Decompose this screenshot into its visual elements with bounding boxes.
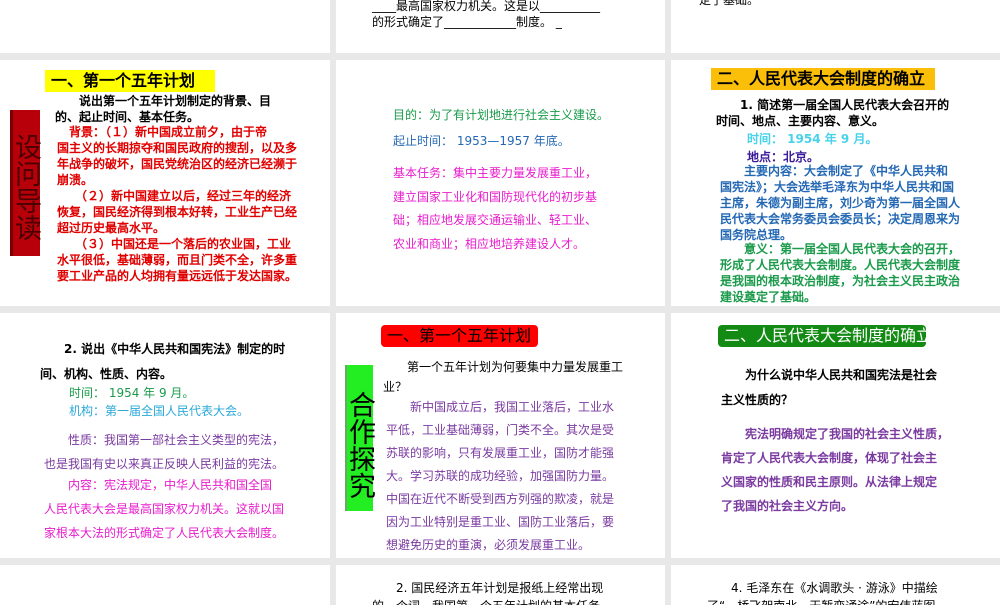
text-line: 时间： 1954 年 9 月。 [747,132,878,146]
slide-thumbnail[interactable]: 一、第一个五年计划 合作探究 第一个五年计划为何要集中力量发展重工 业？ 新中国成… [336,313,665,558]
text-line: 宪法明确规定了我国的社会主义性质， [721,427,950,441]
question-text: 1. 简述第一届全国人民代表大会召开的 时间、地点、主要内容、意义。 [716,97,949,129]
side-label-bar: 设问导读 [10,110,41,256]
text-line: 中国在近代不断受到西方列强的欺凌，就是 [386,492,615,506]
text-line: 主义性质的？ [721,393,794,407]
slide-text: ____最高国家权力机关。这是以__________ 的形式确定了________… [372,0,600,30]
question-text: 2. 说出《中华人民共和国宪法》制定的时 间、机构、性质、内容。 [40,337,285,387]
slide-thumbnail[interactable]: 2. 国民经济五年计划是报纸上经常出现的一个词。我国第一个五年计划的基本任务 [336,565,665,605]
slide-thumbnail[interactable]: 二、人民代表大会制度的确立 为什么说中华人民共和国宪法是社会 主义性质的？ 宪法明… [671,313,1000,558]
text-line: 目的：为了有计划地进行社会主义建设。 [393,108,610,122]
text-line: 业？ [383,380,408,394]
text-line: 主要内容：大会制定了《中华人民共和 [720,164,949,178]
question-text: 第一个五年计划为何要集中力量发展重工 业？ [383,357,623,397]
organ-text: 机构：第一届全国人民代表大会。 [69,403,249,419]
text-line: 家根本大法的形式确定了人民代表大会制度。 [44,526,285,540]
text-line: 想避免历史的重演，必须发展重工业。 [386,538,591,552]
text-line: 建设奠定了基础。 [720,290,817,304]
slide-title: 二、人民代表大会制度的确立 [711,68,935,90]
meaning-text: 意义：第一届全国人民代表大会的召开， 形成了人民代表大会制度。人民代表大会制度 是我… [720,241,960,305]
purpose-text: 目的：为了有计划地进行社会主义建设。 [393,107,609,123]
answer-text: 宪法明确规定了我国的社会主义性质， 肯定了人民代表大会制度，体现了社会主 义国家的性… [721,422,949,518]
text-line: 民代表大会常务委员会委员长；决定周恩来为 [720,212,961,226]
text-line: 2. 国民经济五年计划是报纸上经常出现 [372,581,604,595]
side-label-bar: 合作探究 [344,365,375,511]
question-text: 说出第一个五年计划制定的背景、目 的、起止时间、基本任务。 [55,93,271,125]
slide-thumbnail[interactable]: 4. 毛泽东在《水调歌头 · 游泳》中描绘了“一桥飞架南北，天堑变通途”的宏伟蓝… [671,565,1000,605]
time-text: 时间： 1954 年 9 月。 [747,131,877,147]
text-line: 苏联的影响，只有发展重工业，国防才能强 [386,446,615,460]
tasks-text: 基本任务：集中主要力量发展重工业， 建立国家工业化和国防现代化的初步基 础；相应地发… [393,162,597,256]
text-line: 4. 毛泽东在《水调歌头 · 游泳》中描绘 [707,581,938,595]
slide-title: 一、第一个五年计划 [45,70,215,92]
slide-title: 一、第一个五年计划 [381,325,538,347]
text-line: 主席，朱德为副主席，刘少奇为第一届全国人 [720,196,961,210]
text-line: 平低，工业基础薄弱，门类不全。其次是受 [386,423,615,437]
text-line: 意义：第一届全国人民代表大会的召开， [720,242,961,256]
text-line: 的形式确定了____________制度。 _ [372,15,562,29]
slide-thumbnail[interactable]: 一、第一个五年计划 设问导读 说出第一个五年计划制定的背景、目 的、起止时间、基本… [0,60,330,306]
text-line: 因为工业特别是重工业、国防工业落后，要 [386,515,615,529]
text-line: 是我国的根本政治制度，为社会主义民主政治 [720,274,961,288]
slide-thumbnail[interactable]: 定了基础。 [671,0,1000,53]
text-line: 定了基础。 [699,0,760,7]
text-line: 背景：（１）新中国成立前夕，由于帝 [57,125,268,139]
time-text: 时间： 1954 年 9 月。 [69,385,194,401]
answer-text: 背景：（１）新中国成立前夕，由于帝国主义的长期掠夺和国民政府的搜刮，以及多 年战争… [57,124,297,284]
text-line: （３）中国还是一个落后的农业国，工业 [57,237,292,251]
slide-thumbnail[interactable]: 目的：为了有计划地进行社会主义建设。 起止时间： 1953—1957 年底。 基… [336,60,665,306]
slide-thumbnail[interactable]: ____最高国家权力机关。这是以__________ 的形式确定了________… [336,0,665,53]
text-line: 为什么说中华人民共和国宪法是社会 [721,368,938,382]
text-line: 间、机构、性质、内容。 [40,367,173,381]
slide-title: 二、人民代表大会制度的确立 [718,325,932,347]
text-line: 性质：我国第一部社会主义类型的宪法， [44,433,285,447]
text-line: 内容：宪法规定，中华人民共和国全国 [44,478,273,492]
text-line: 1. 简述第一届全国人民代表大会召开的 [716,98,950,112]
text-line: 时间、地点、主要内容、意义。 [716,114,885,128]
text-line: 大。学习苏联的成功经验，加强国防力量。 [386,469,615,483]
text-line: 时间： 1954 年 9 月。 [69,386,195,400]
text-line: 国主义的长期掠夺和国民政府的搜刮，以及多 [57,141,298,155]
text-line: 机构：第一届全国人民代表大会。 [69,404,250,418]
text-line: 崩溃。 [57,173,94,187]
text-line: 超过历史最高水平。 [57,221,166,235]
text-line: 形成了人民代表大会制度。人民代表大会制度 [720,258,961,272]
text-line: 国宪法》；大会选举毛泽东为中华人民共和国 [720,180,955,194]
text-line: 2. 说出《中华人民共和国宪法》制定的时 [40,342,286,356]
text-line: 的一个词。我国第一个五年计划的基本任务 [372,597,603,605]
slide-text: 4. 毛泽东在《水调歌头 · 游泳》中描绘了“一桥飞架南北，天堑变通途”的宏伟蓝… [707,579,938,605]
text-line: 恢复，国民经济得到根本好转，工业生产已经 [57,205,298,219]
text-line: 础；相应地发展交通运输业、轻工业、 [393,213,598,227]
text-line: 起止时间： 1953—1957 年底。 [393,134,570,148]
text-line: 说出第一个五年计划制定的背景、目 [55,94,272,108]
text-line: 肯定了人民代表大会制度，体现了社会主 [721,451,938,465]
text-line: 了“一桥飞架南北，天堑变通途”的宏伟蓝图 [707,597,938,605]
text-line: 人民代表大会是最高国家权力机关。这就以国 [44,502,285,516]
slide-thumbnail[interactable] [0,0,330,53]
text-line: 了我国的社会主义方向。 [721,499,854,513]
slide-thumbnail[interactable]: 二、人民代表大会制度的确立 1. 简述第一届全国人民代表大会召开的 时间、地点、主… [671,60,1000,306]
text-line: 水平很低，基础薄弱，而且门类不全，许多重 [57,253,298,267]
slide-thumbnail[interactable]: 2. 说出《中华人民共和国宪法》制定的时 间、机构、性质、内容。 时间： 1954… [0,313,330,558]
text-line: 义国家的性质和民主原则。从法律上规定 [721,475,938,489]
text-line: 年战争的破坏，国民党统治区的经济已经濒于 [57,157,298,171]
content-text: 内容：宪法规定，中华人民共和国全国 人民代表大会是最高国家权力机关。这就以国 家根本… [44,473,284,545]
content-text: 主要内容：大会制定了《中华人民共和 国宪法》；大会选举毛泽东为中华人民共和国 主席，… [720,163,960,243]
period-text: 起止时间： 1953—1957 年底。 [393,133,570,149]
slide-text: 2. 国民经济五年计划是报纸上经常出现的一个词。我国第一个五年计划的基本任务 [372,579,603,605]
text-line: 基本任务：集中主要力量发展重工业， [393,166,598,180]
answer-text: 新中国成立后，我国工业落后，工业水 平低，工业基础薄弱，门类不全。其次是受 苏联的影… [386,396,614,557]
nature-text: 性质：我国第一部社会主义类型的宪法， 也是我国有史以来真正反映人民利益的宪法。 [44,428,284,476]
text-line: 第一个五年计划为何要集中力量发展重工 [383,360,624,374]
slide-thumbnail[interactable] [0,565,330,605]
text-line: （２）新中国建立以后，经过三年的经济 [57,189,292,203]
text-line: 的、起止时间、基本任务。 [55,110,200,124]
text-line: 建立国家工业化和国防现代化的初步基 [393,189,598,204]
text-line: 新中国成立后，我国工业落后，工业水 [386,400,615,414]
slide-text: 定了基础。 [699,0,759,8]
question-text: 为什么说中华人民共和国宪法是社会 主义性质的？ [721,363,937,413]
text-line: ____最高国家权力机关。这是以__________ [372,0,601,13]
text-line: 要工业产品的人均拥有量远远低于发达国家。 [57,269,298,283]
text-line: 农业和商业；相应地培养建设人才。 [393,236,586,251]
